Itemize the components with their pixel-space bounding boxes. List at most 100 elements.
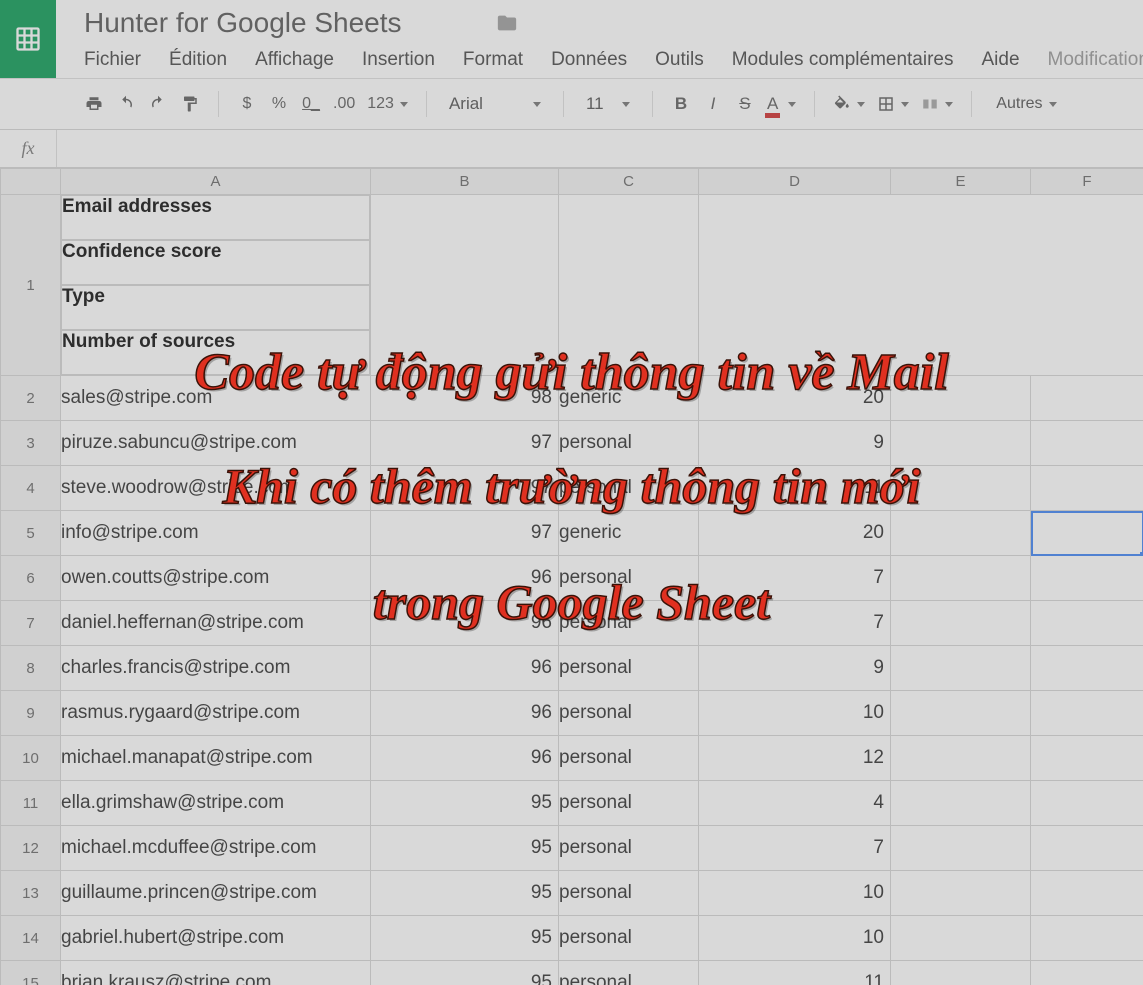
italic-button[interactable]: I <box>699 88 727 120</box>
cell[interactable]: charles.francis@stripe.com <box>61 646 371 691</box>
row-header[interactable]: 5 <box>1 511 61 556</box>
formula-input[interactable] <box>56 130 1143 167</box>
cell[interactable]: 9 <box>699 646 891 691</box>
row-header[interactable]: 13 <box>1 871 61 916</box>
cell[interactable]: personal <box>559 601 699 646</box>
cell[interactable]: 4 <box>699 781 891 826</box>
cell[interactable]: 20 <box>699 376 891 421</box>
column-header[interactable]: B <box>371 169 559 195</box>
cell[interactable]: 97 <box>371 421 559 466</box>
menu-addons[interactable]: Modules complémentaires <box>732 45 966 77</box>
cell-selected[interactable] <box>1031 511 1143 556</box>
cell[interactable]: 96 <box>371 691 559 736</box>
cell[interactable] <box>371 195 559 376</box>
cell[interactable]: info@stripe.com <box>61 511 371 556</box>
cell[interactable] <box>891 781 1031 826</box>
cell[interactable]: 98 <box>371 376 559 421</box>
row-header[interactable]: 1 <box>1 195 61 376</box>
row-header[interactable]: 9 <box>1 691 61 736</box>
cell[interactable] <box>891 826 1031 871</box>
merge-cells-button[interactable] <box>917 88 957 120</box>
format-currency-button[interactable]: $ <box>233 88 261 120</box>
format-increase-decimal-button[interactable]: .00 <box>329 88 359 120</box>
row-header[interactable]: 11 <box>1 781 61 826</box>
menu-file[interactable]: Fichier <box>84 45 153 77</box>
cell[interactable] <box>891 961 1031 985</box>
cell[interactable] <box>891 646 1031 691</box>
cell[interactable]: michael.manapat@stripe.com <box>61 736 371 781</box>
menu-edit[interactable]: Édition <box>169 45 239 77</box>
cell[interactable] <box>891 421 1031 466</box>
row-header[interactable]: 15 <box>1 961 61 985</box>
cell[interactable]: personal <box>559 691 699 736</box>
cell[interactable]: 20 <box>699 511 891 556</box>
cell[interactable]: personal <box>559 916 699 961</box>
cell[interactable]: personal <box>559 466 699 511</box>
cell[interactable] <box>891 871 1031 916</box>
menu-data[interactable]: Données <box>551 45 639 77</box>
cell[interactable] <box>891 736 1031 781</box>
cell[interactable]: generic <box>559 376 699 421</box>
cell[interactable]: 95 <box>371 826 559 871</box>
cell[interactable]: personal <box>559 961 699 985</box>
cell[interactable]: 10 <box>699 871 891 916</box>
cell[interactable]: daniel.heffernan@stripe.com <box>61 601 371 646</box>
cell[interactable]: 96 <box>371 601 559 646</box>
bold-button[interactable]: B <box>667 88 695 120</box>
redo-button[interactable] <box>144 88 172 120</box>
cell[interactable] <box>891 511 1031 556</box>
row-header[interactable]: 2 <box>1 376 61 421</box>
text-color-button[interactable]: A <box>763 88 800 120</box>
cell[interactable]: gabriel.hubert@stripe.com <box>61 916 371 961</box>
cell[interactable]: Number of sources <box>61 330 370 375</box>
row-header[interactable]: 4 <box>1 466 61 511</box>
cell[interactable] <box>1031 466 1143 511</box>
cell[interactable]: guillaume.princen@stripe.com <box>61 871 371 916</box>
row-header[interactable]: 10 <box>1 736 61 781</box>
cell[interactable]: brian.krausz@stripe.com <box>61 961 371 985</box>
cell[interactable]: 96 <box>371 646 559 691</box>
cell[interactable]: 95 <box>371 871 559 916</box>
cell[interactable] <box>1031 601 1143 646</box>
menu-format[interactable]: Format <box>463 45 535 77</box>
cell[interactable]: 7 <box>699 826 891 871</box>
cell[interactable]: 10 <box>699 916 891 961</box>
cell[interactable]: 7 <box>699 601 891 646</box>
cell[interactable]: 95 <box>371 961 559 985</box>
column-header[interactable]: D <box>699 169 891 195</box>
cell[interactable]: ella.grimshaw@stripe.com <box>61 781 371 826</box>
print-button[interactable] <box>80 88 108 120</box>
cell[interactable]: owen.coutts@stripe.com <box>61 556 371 601</box>
cell[interactable]: 96 <box>371 736 559 781</box>
cell[interactable]: 9 <box>699 421 891 466</box>
cell[interactable] <box>1031 646 1143 691</box>
cell[interactable] <box>1031 781 1143 826</box>
format-number-menu[interactable]: 123 <box>363 88 412 120</box>
column-header[interactable]: F <box>1031 169 1143 195</box>
row-header[interactable]: 7 <box>1 601 61 646</box>
cell[interactable] <box>1031 916 1143 961</box>
cell[interactable] <box>1031 871 1143 916</box>
cell[interactable]: 11 <box>699 961 891 985</box>
cell[interactable] <box>891 466 1031 511</box>
column-header[interactable]: A <box>61 169 371 195</box>
cell[interactable]: personal <box>559 736 699 781</box>
cell[interactable] <box>1031 736 1143 781</box>
cell[interactable]: personal <box>559 781 699 826</box>
cell[interactable]: 11 <box>699 466 891 511</box>
document-title[interactable]: Hunter for Google Sheets <box>84 7 402 39</box>
undo-button[interactable] <box>112 88 140 120</box>
cell[interactable] <box>891 916 1031 961</box>
cell[interactable]: steve.woodrow@stripe.com <box>61 466 371 511</box>
menu-help[interactable]: Aide <box>981 45 1031 77</box>
sheets-app-icon[interactable] <box>0 0 56 78</box>
select-all-corner[interactable] <box>1 169 61 195</box>
cell[interactable] <box>1031 556 1143 601</box>
cell[interactable]: Confidence score <box>61 240 370 285</box>
cell[interactable]: personal <box>559 826 699 871</box>
cell[interactable] <box>891 691 1031 736</box>
cell[interactable] <box>1031 376 1143 421</box>
cell[interactable]: 97 <box>371 511 559 556</box>
fill-color-button[interactable] <box>829 88 869 120</box>
cell[interactable]: Type <box>61 285 370 330</box>
